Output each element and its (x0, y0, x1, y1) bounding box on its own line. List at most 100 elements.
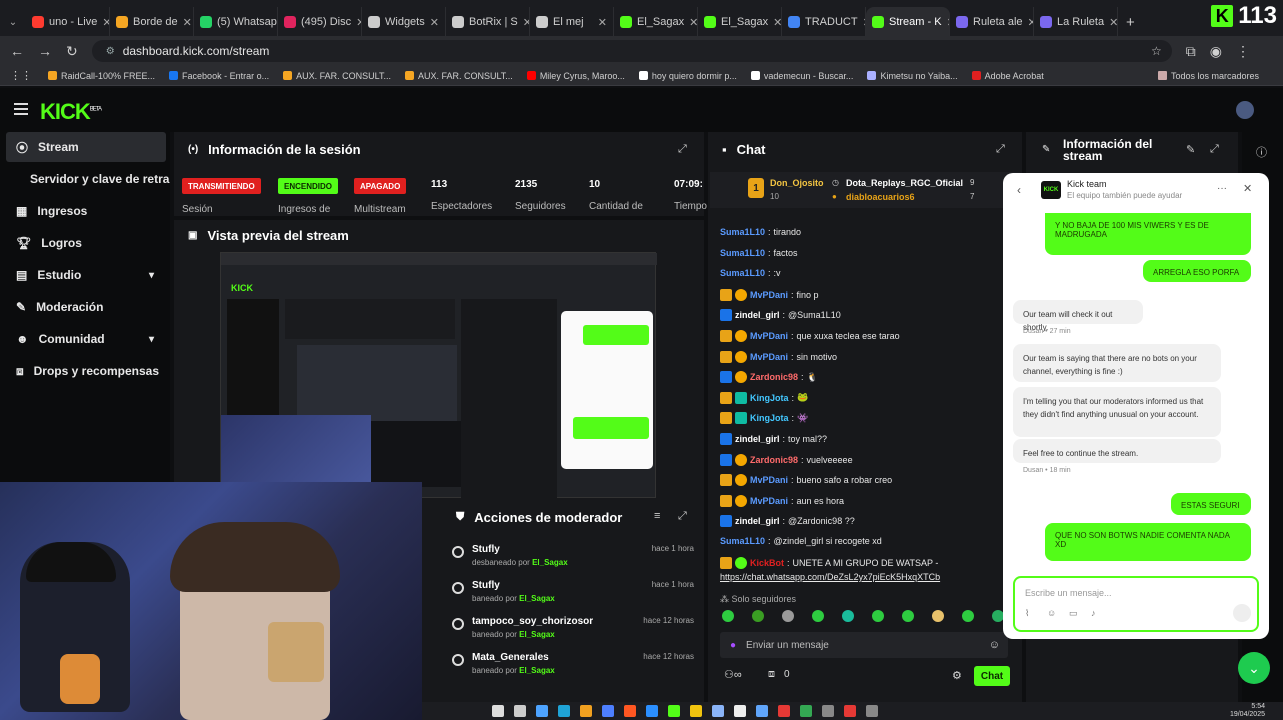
kick-logo[interactable]: KICKBETA (40, 99, 102, 125)
stream-preview-video[interactable]: KICK (220, 252, 657, 499)
emoji-icon[interactable]: ☺ (1047, 608, 1056, 618)
send-chat-button[interactable]: Chat (974, 666, 1010, 686)
tab-list-icon[interactable]: ⌄ (0, 17, 26, 28)
bookmark-item[interactable]: AUX. FAR. CONSULT... (404, 71, 513, 81)
mod-action-row[interactable]: tampoco_soy_chorizosor baneado por El_Sag… (448, 616, 698, 650)
top-user-1[interactable]: Don_Ojosito (770, 178, 824, 188)
bookmark-item[interactable]: vademecun - Buscar... (750, 71, 853, 81)
people-icon[interactable]: ⚇∞ (724, 668, 742, 681)
sidebar-item-drops[interactable]: ⧈ Drops y recompensas (6, 356, 166, 386)
bookmark-item[interactable]: Kimetsu no Yaiba... (867, 71, 958, 81)
emote-icon[interactable] (932, 610, 944, 622)
microphone-icon[interactable]: ♪ (1091, 608, 1096, 618)
emote-icon[interactable] (872, 610, 884, 622)
copilot-icon[interactable] (536, 705, 548, 717)
sidebar-item-estudio[interactable]: ▤ Estudio ▾ (6, 260, 166, 290)
close-tab-icon[interactable]: ✕ (773, 16, 781, 29)
browser-tab[interactable]: Ruleta ale✕ (950, 7, 1034, 37)
more-options-icon[interactable]: ··· (1217, 183, 1227, 194)
forward-icon[interactable]: → (38, 43, 52, 59)
edge-icon[interactable] (558, 705, 570, 717)
app-icon[interactable] (690, 705, 702, 717)
app-icon[interactable] (756, 705, 768, 717)
chat-username[interactable]: MvPDani (750, 475, 788, 485)
mod-target-name[interactable]: Stufly (472, 580, 500, 591)
mod-target-name[interactable]: tampoco_soy_chorizosor (472, 616, 593, 627)
browser-tab[interactable]: La Ruleta ✕ (1034, 7, 1118, 37)
sidebar-item-server-key[interactable]: Servidor y clave de retransmisión (20, 164, 170, 194)
mod-action-row[interactable]: Mata_Generales baneado por El_Sagax hace 1… (448, 652, 698, 686)
site-info-icon[interactable]: ⚙ (106, 46, 115, 57)
top-user-3[interactable]: diabloacuarios6 (846, 192, 915, 202)
mod-actor[interactable]: El_Sagax (532, 558, 568, 567)
bookmark-item[interactable]: Facebook - Entrar o... (169, 71, 269, 81)
app-icon[interactable] (646, 705, 658, 717)
sidebar-item-ingresos[interactable]: ▦ Ingresos (6, 196, 166, 226)
microphone-icon[interactable]: ● (730, 640, 736, 651)
close-tab-icon[interactable]: ✕ (430, 16, 439, 29)
browser-tab[interactable]: (495) Disc✕ (278, 7, 362, 37)
bookmark-item[interactable]: RaidCall-100% FREE... (48, 71, 155, 81)
chat-username[interactable]: Zardonic98 (750, 455, 798, 465)
chat-username[interactable]: KingJota (750, 393, 789, 403)
expand-icon[interactable]: ⤢ (678, 510, 687, 523)
browser-tab[interactable]: Widgets ✕ (362, 7, 446, 37)
mod-action-row[interactable]: Stufly baneado por El_Sagax hace 1 hora (448, 580, 698, 614)
browser-tab[interactable]: TRADUCT✕ (782, 7, 866, 37)
store-icon[interactable] (602, 705, 614, 717)
sidebar-item-logros[interactable]: 🏆︎ Logros (6, 228, 166, 258)
top-user-2[interactable]: Dota_Replays_RGC_Oficial (846, 178, 963, 188)
emote-icon[interactable] (782, 610, 794, 622)
emote-icon[interactable] (752, 610, 764, 622)
sidebar-item-moderacion[interactable]: ✎ Moderación (6, 292, 166, 322)
chat-username[interactable]: MvPDani (750, 331, 788, 341)
chat-username[interactable]: Suma1L10 (720, 536, 765, 546)
file-explorer-icon[interactable] (514, 705, 526, 717)
send-icon[interactable] (1233, 604, 1251, 622)
chat-username[interactable]: Suma1L10 (720, 268, 765, 278)
browser-tab[interactable]: El mej ✕ (530, 7, 614, 37)
chat-username[interactable]: Zardonic98 (750, 372, 798, 382)
app-icon[interactable] (844, 705, 856, 717)
sidebar-item-comunidad[interactable]: ☻ Comunidad ▾ (6, 324, 166, 354)
taskbar-clock[interactable]: 5:54 19/04/2025 (1230, 703, 1265, 719)
hamburger-menu-icon[interactable] (14, 103, 28, 115)
expand-icon[interactable]: ⤢ (678, 143, 687, 156)
chat-link[interactable]: https://chat.whatsapp.com/DeZsL2yx7piEcK… (720, 572, 940, 582)
folder-icon[interactable] (580, 705, 592, 717)
chat-input[interactable]: ● Enviar un mensaje ☺ (720, 632, 1008, 658)
browser-tab[interactable]: (5) Whatsap✕ (194, 7, 278, 37)
bookmark-item[interactable]: hoy quiero dormir p... (638, 71, 737, 81)
support-toggle-button[interactable]: ⌄ (1238, 652, 1270, 684)
mod-actor[interactable]: El_Sagax (519, 666, 555, 675)
emote-icon[interactable] (722, 610, 734, 622)
close-tab-icon[interactable]: ✕ (1109, 16, 1117, 29)
app-icon[interactable] (668, 705, 680, 717)
back-icon[interactable]: ← (10, 43, 24, 59)
app-icon[interactable] (734, 705, 746, 717)
mod-action-row[interactable]: Stufly desbaneado por El_Sagax hace 1 hora (448, 544, 698, 578)
attach-icon[interactable]: ⌇ (1025, 608, 1029, 619)
chrome-icon[interactable] (800, 705, 812, 717)
profile-icon[interactable]: ◉ (1210, 43, 1222, 60)
search-icon[interactable] (492, 705, 504, 717)
chat-username[interactable]: zindel_girl (735, 310, 780, 320)
close-tab-icon[interactable]: ✕ (523, 16, 529, 29)
new-tab-button[interactable]: + (1126, 14, 1135, 31)
chat-username[interactable]: Suma1L10 (720, 227, 765, 237)
chat-username[interactable]: MvPDani (750, 352, 788, 362)
chat-username[interactable]: zindel_girl (735, 434, 780, 444)
chat-username[interactable]: MvPDani (750, 290, 788, 300)
mod-actor[interactable]: El_Sagax (519, 594, 555, 603)
bookmark-star-icon[interactable]: ☆ (1151, 44, 1162, 58)
browser-tab[interactable]: Borde de ✕ (110, 7, 194, 37)
browser-tab[interactable]: El_Sagax ✕ (614, 7, 698, 37)
app-icon[interactable] (866, 705, 878, 717)
mod-target-name[interactable]: Stufly (472, 544, 500, 555)
expand-icon[interactable]: ⤢ (1210, 143, 1219, 156)
bookmark-item[interactable]: AUX. FAR. CONSULT... (283, 71, 391, 81)
bookmark-item[interactable]: Adobe Acrobat (971, 71, 1044, 81)
chat-username[interactable]: zindel_girl (735, 516, 780, 526)
emote-icon[interactable] (842, 610, 854, 622)
apps-grid-icon[interactable]: ⋮⋮ (10, 69, 32, 82)
